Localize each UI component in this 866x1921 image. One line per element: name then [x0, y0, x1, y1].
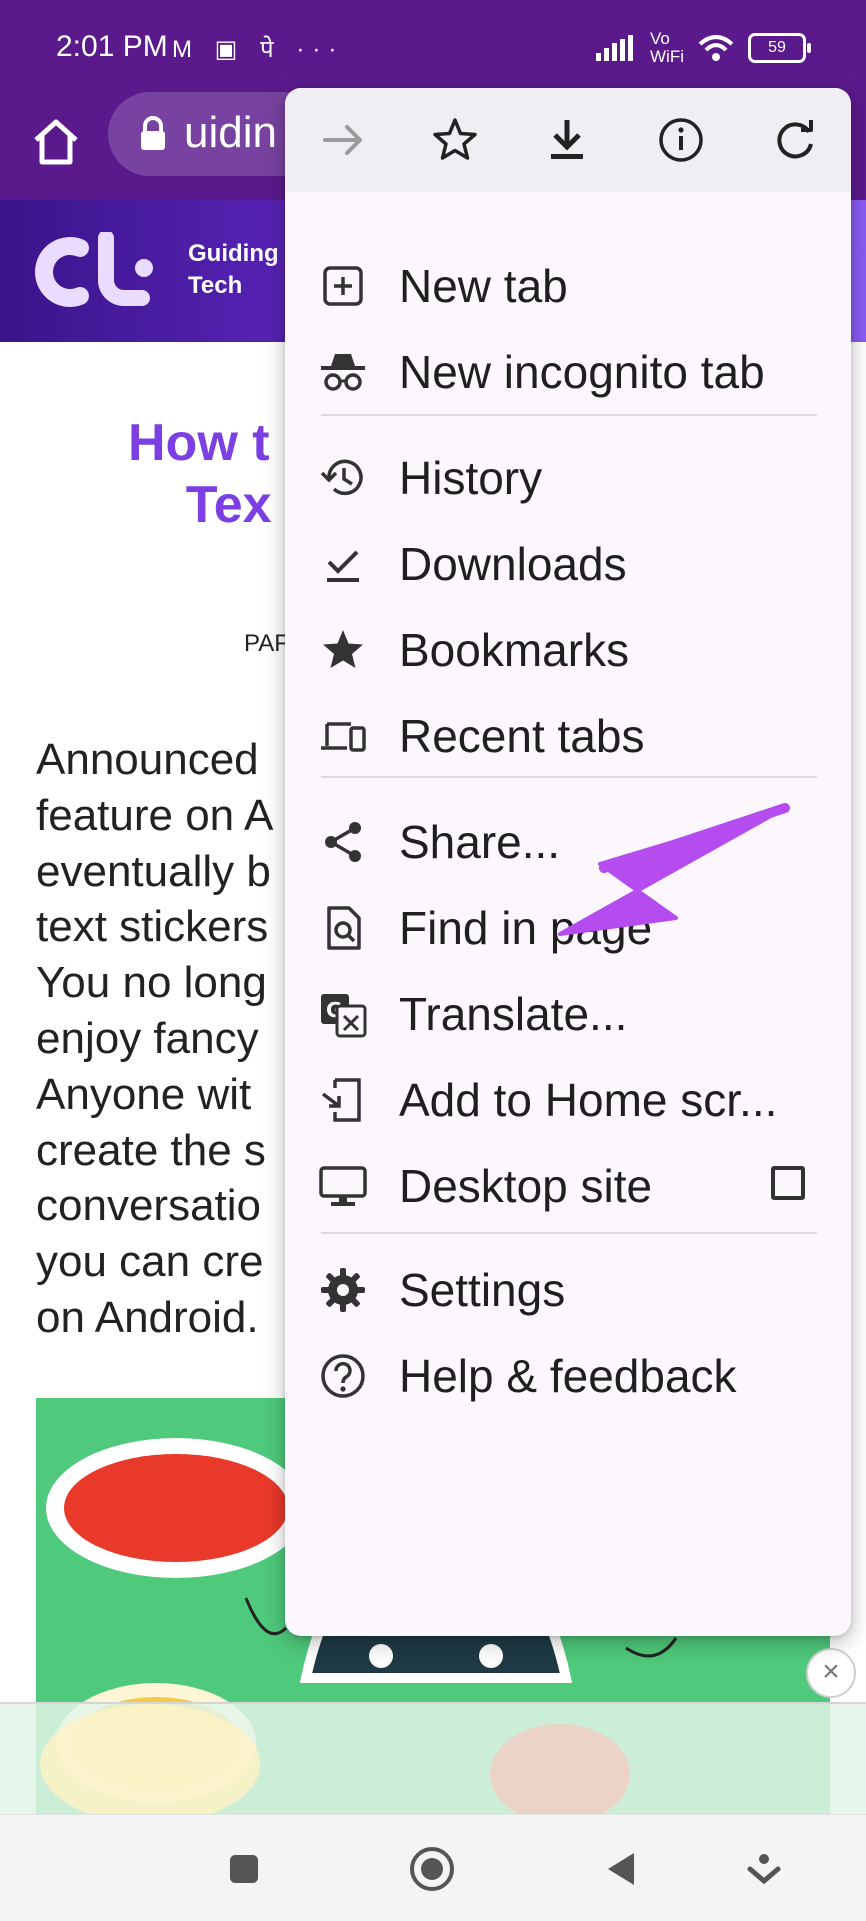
menu-divider: [321, 1232, 817, 1234]
menu-item-new-incognito-tab[interactable]: New incognito tab: [285, 324, 851, 420]
menu-item-find-in-page[interactable]: Find in page: [285, 880, 851, 976]
overflow-menu: New tab New incognito tab History Downlo…: [285, 88, 851, 1636]
article-title: How t Tex: [128, 414, 272, 534]
menu-item-label: Find in page: [399, 902, 653, 954]
menu-item-recent-tabs[interactable]: Recent tabs: [285, 688, 851, 784]
share-icon: [325, 822, 361, 862]
home-nav-icon[interactable]: [408, 1845, 456, 1893]
desktop-icon: [319, 1166, 367, 1206]
menu-item-desktop-site[interactable]: Desktop site: [285, 1138, 851, 1234]
menu-item-label: Share...: [399, 816, 561, 868]
wifi-icon: [698, 35, 734, 61]
ad-banner-art: [40, 1704, 630, 1824]
menu-item-label: Downloads: [399, 538, 627, 590]
recent-tabs-icon: [321, 722, 366, 752]
url-text: uidin: [184, 108, 277, 157]
menu-item-label: Help & feedback: [399, 1350, 737, 1402]
menu-item-label: Desktop site: [399, 1160, 653, 1212]
menu-item-share[interactable]: Share...: [285, 794, 851, 890]
help-icon: [321, 1354, 365, 1398]
phonepe-icon: पे: [260, 36, 282, 63]
menu-item-translate[interactable]: G Translate...: [285, 966, 851, 1062]
menu-item-label: Settings: [399, 1264, 566, 1316]
menu-item-settings[interactable]: Settings: [285, 1242, 851, 1338]
ola-icon: ▣: [214, 36, 246, 63]
settings-icon: [321, 1268, 365, 1312]
bookmarks-icon: [323, 630, 363, 668]
notification-icons: M ▣ पे ···: [172, 32, 344, 65]
home-icon[interactable]: [28, 114, 84, 170]
download-icon[interactable]: [541, 114, 593, 166]
assist-icon[interactable]: [740, 1845, 788, 1893]
menu-item-label: New tab: [399, 260, 568, 312]
incognito-icon: [321, 354, 365, 391]
menu-top-actions: [285, 88, 851, 192]
menu-item-label: History: [399, 452, 543, 504]
menu-item-new-tab[interactable]: New tab: [285, 238, 851, 334]
desktop-site-checkbox[interactable]: [771, 1166, 805, 1200]
menu-divider: [321, 414, 817, 416]
ad-close-button[interactable]: ×: [806, 1648, 856, 1698]
article-byline: PAF: [244, 630, 289, 657]
refresh-icon[interactable]: [769, 114, 821, 166]
history-icon: [320, 459, 363, 496]
lock-icon: [141, 116, 165, 150]
more-dots-icon: ···: [296, 36, 345, 63]
menu-item-label: Bookmarks: [399, 624, 630, 676]
menu-item-label: Recent tabs: [399, 710, 645, 762]
bookmark-star-icon[interactable]: [429, 114, 481, 166]
article-paragraph: Announced feature on A eventually b text…: [36, 735, 274, 1342]
gmail-icon: M: [172, 36, 200, 63]
new-tab-icon: [323, 266, 363, 306]
menu-item-label: Translate...: [399, 988, 628, 1040]
status-right: Vo WiFi 59: [596, 29, 811, 66]
menu-item-help-feedback[interactable]: Help & feedback: [285, 1328, 851, 1424]
downloads-icon: [327, 550, 359, 582]
battery-indicator: 59: [748, 33, 811, 63]
menu-item-add-to-home-screen[interactable]: Add to Home scr...: [285, 1052, 851, 1148]
menu-divider: [321, 776, 817, 778]
back-icon[interactable]: [598, 1845, 646, 1893]
ad-banner[interactable]: [0, 1702, 866, 1824]
site-name: Guiding Tech: [188, 240, 279, 299]
vowifi-label: Vo WiFi: [650, 29, 684, 66]
status-time: 2:01 PM: [56, 30, 168, 63]
menu-item-downloads[interactable]: Downloads: [285, 516, 851, 612]
info-icon[interactable]: [655, 114, 707, 166]
system-nav-bar: [0, 1814, 866, 1921]
translate-icon: G: [321, 994, 367, 1038]
status-bar: 2:01 PM M ▣ पे ··· Vo WiFi 59: [0, 0, 866, 90]
menu-item-label: Add to Home scr...: [399, 1074, 778, 1126]
forward-icon[interactable]: [317, 114, 369, 166]
menu-item-label: New incognito tab: [399, 346, 765, 398]
find-in-page-icon: [327, 906, 361, 950]
signal-icon: [596, 35, 634, 61]
menu-item-history[interactable]: History: [285, 430, 851, 526]
guiding-tech-logo[interactable]: [32, 232, 162, 312]
recents-icon[interactable]: [220, 1845, 268, 1893]
menu-item-bookmarks[interactable]: Bookmarks: [285, 602, 851, 698]
add-to-home-icon: [321, 1078, 361, 1122]
